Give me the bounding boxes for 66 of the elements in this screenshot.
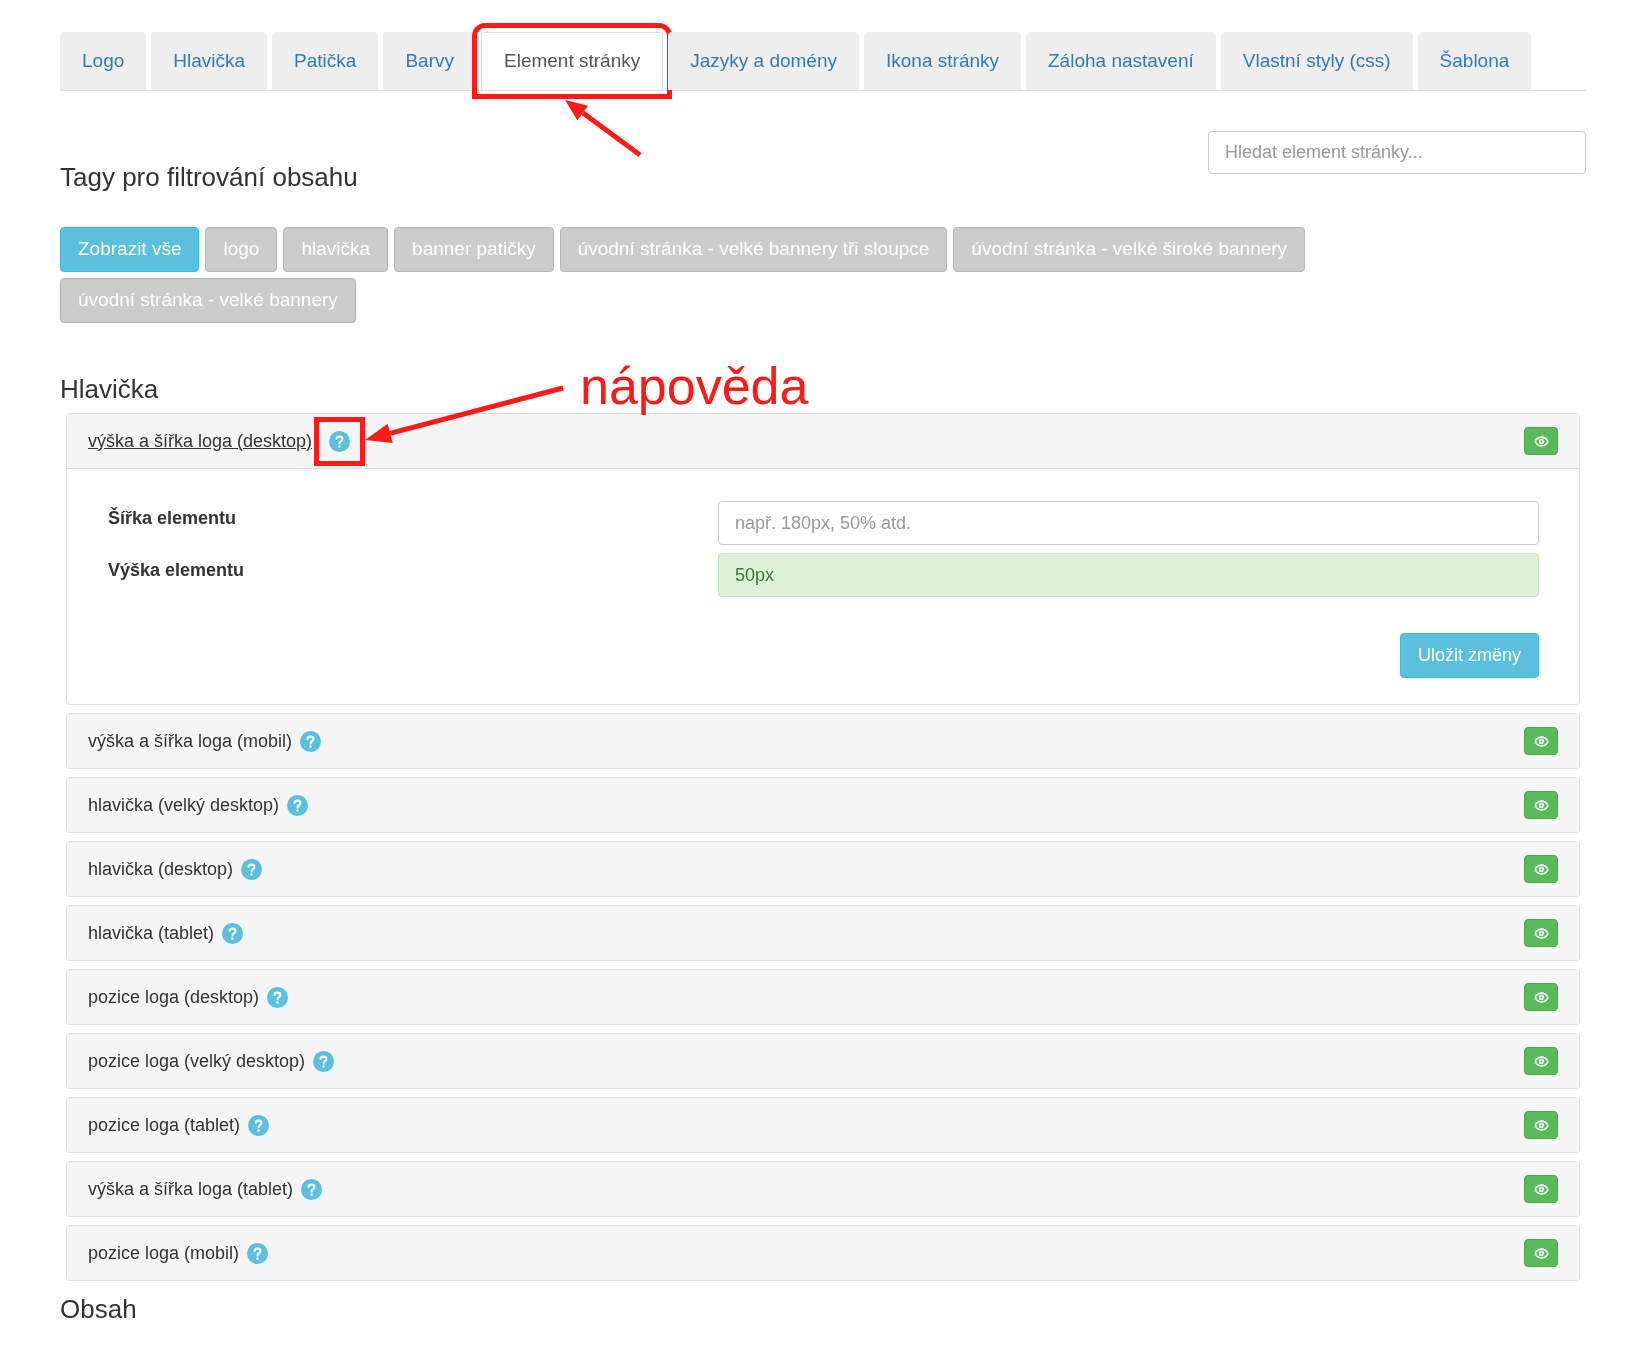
help-icon[interactable] [247, 1242, 269, 1264]
eye-icon [1533, 861, 1549, 877]
eye-icon [1533, 733, 1549, 749]
help-icon[interactable] [329, 430, 351, 452]
panel-title[interactable]: hlavička (tablet) [88, 919, 215, 947]
visibility-button[interactable] [1524, 427, 1558, 455]
help-icon[interactable] [241, 858, 263, 880]
visibility-button[interactable] [1524, 855, 1558, 883]
input-field[interactable]: 50px [718, 553, 1539, 597]
eye-icon [1533, 1053, 1549, 1069]
field-label: Šířka elementu [108, 506, 238, 530]
visibility-button[interactable] [1524, 1239, 1558, 1267]
panel-header[interactable]: hlavička (tablet) [67, 906, 1579, 960]
visibility-button[interactable] [1524, 983, 1558, 1011]
search-field[interactable]: Hledat element stránky... [1208, 131, 1586, 174]
help-icon[interactable] [300, 730, 322, 752]
field-label: Výška elementu [108, 559, 246, 582]
help-icon[interactable] [313, 1050, 335, 1072]
panel-title[interactable]: pozice loga (velký desktop) [88, 1047, 306, 1075]
visibility-button[interactable] [1524, 791, 1558, 819]
section-heading: Tagy pro filtrování obsahu [60, 161, 358, 194]
help-icon[interactable] [248, 1114, 270, 1136]
section-heading: Hlavička [60, 373, 159, 405]
input-field[interactable]: např. 180px, 50% atd. [718, 501, 1539, 545]
tab[interactable]: Patička [272, 32, 379, 90]
panel-title[interactable]: hlavička (velký desktop) [88, 791, 280, 819]
panel-header[interactable]: pozice loga (mobil) [67, 1226, 1579, 1280]
visibility-button[interactable] [1524, 1047, 1558, 1075]
visibility-button[interactable] [1524, 919, 1558, 947]
panel-title[interactable]: pozice loga (tablet) [88, 1111, 241, 1139]
panel-title[interactable]: výška a šířka loga (tablet) [88, 1175, 294, 1203]
visibility-button[interactable] [1524, 1175, 1558, 1203]
eye-icon [1533, 1245, 1549, 1261]
eye-icon [1533, 925, 1549, 941]
tab[interactable]: Ikona stránky [864, 32, 1021, 90]
visibility-button[interactable] [1524, 1111, 1558, 1139]
eye-icon [1533, 433, 1549, 449]
section-heading: Obsah [60, 1293, 137, 1325]
panel-header[interactable]: hlavička (desktop) [67, 842, 1579, 896]
help-icon[interactable] [222, 922, 244, 944]
panel-header[interactable]: hlavička (velký desktop) [67, 778, 1579, 832]
tab[interactable]: Záloha nastavení [1026, 32, 1216, 90]
panel-header[interactable]: pozice loga (velký desktop) [67, 1034, 1579, 1088]
tab[interactable]: Jazyky a domény [668, 32, 859, 90]
panel-header[interactable]: výška a šířka loga (mobil) [67, 714, 1579, 768]
tab[interactable]: Logo [60, 32, 147, 90]
visibility-button[interactable] [1524, 727, 1558, 755]
panel-header[interactable]: výška a šířka loga (desktop) [67, 414, 1579, 468]
panel-title[interactable]: výška a šířka loga (mobil) [88, 727, 293, 755]
panel-title[interactable]: výška a šířka loga (desktop) [88, 427, 313, 455]
tab[interactable]: Hlavička [151, 32, 268, 90]
help-icon[interactable] [301, 1178, 323, 1200]
help-icon[interactable] [267, 986, 289, 1008]
help-icon[interactable] [287, 794, 309, 816]
panel-title[interactable]: pozice loga (mobil) [88, 1239, 240, 1267]
eye-icon [1533, 797, 1549, 813]
tab[interactable]: Vlastní styly (css) [1220, 32, 1413, 90]
panel-title[interactable]: pozice loga (desktop) [88, 983, 260, 1011]
eye-icon [1533, 1181, 1549, 1197]
panel-header[interactable]: pozice loga (desktop) [67, 970, 1579, 1024]
eye-icon [1533, 1117, 1549, 1133]
panel-title[interactable]: hlavička (desktop) [88, 855, 234, 883]
panel-header[interactable]: pozice loga (tablet) [67, 1098, 1579, 1152]
tab[interactable]: Šablona [1417, 32, 1532, 90]
panel-header[interactable]: výška a šířka loga (tablet) [67, 1162, 1579, 1216]
eye-icon [1533, 989, 1549, 1005]
